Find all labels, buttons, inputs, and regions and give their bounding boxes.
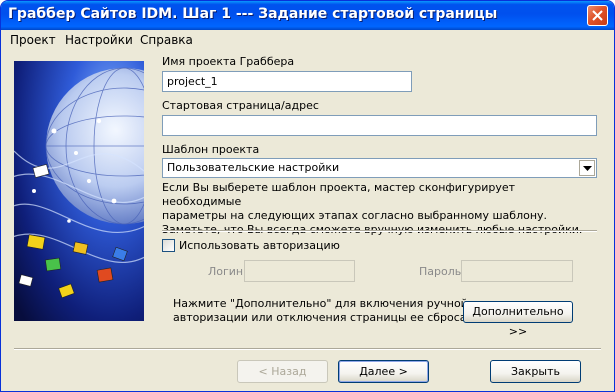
use-auth-label[interactable]: Использовать авторизацию: [179, 239, 340, 252]
info-line: Если Вы выберете шаблон проекта, мастер …: [162, 181, 516, 208]
menu-project[interactable]: Проект: [10, 33, 56, 47]
wizard-window: Граббер Сайтов IDM. Шаг 1 --- Задание ст…: [0, 0, 615, 392]
close-icon: [592, 10, 603, 21]
project-name-label: Имя проекта Граббера: [162, 55, 295, 68]
info-line: параметры на следующих этапах согласно в…: [162, 209, 548, 222]
chevron-down-icon: [583, 166, 592, 171]
advanced-note: Нажмите "Дополнительно" для включения ру…: [173, 297, 468, 325]
section-divider: [162, 230, 597, 232]
template-label: Шаблон проекта: [162, 143, 260, 156]
use-auth-checkbox[interactable]: [162, 239, 175, 252]
advanced-note-line: авторизации или отключения страницы ее с…: [173, 311, 467, 324]
menu-bar: Проект Настройки Справка: [1, 30, 614, 51]
advanced-note-line: Нажмите "Дополнительно" для включения ру…: [173, 297, 468, 310]
login-label: Логин: [208, 265, 244, 278]
template-selected-value: Пользовательские настройки: [167, 161, 340, 174]
template-info-text: Если Вы выберете шаблон проекта, мастер …: [162, 181, 592, 237]
dropdown-button[interactable]: [579, 160, 595, 176]
password-input[interactable]: [461, 260, 573, 282]
advanced-button[interactable]: Дополнительно >>: [463, 301, 573, 338]
menu-help[interactable]: Справка: [140, 33, 193, 47]
password-label: Пароль: [419, 265, 462, 278]
next-button[interactable]: Далее >: [338, 360, 429, 383]
login-input[interactable]: [244, 260, 355, 282]
project-name-input[interactable]: project_1: [162, 71, 412, 92]
footer-divider: [14, 348, 601, 350]
title-bar: Граббер Сайтов IDM. Шаг 1 --- Задание ст…: [1, 1, 614, 30]
menu-settings[interactable]: Настройки: [65, 33, 133, 47]
wizard-banner-image: [14, 61, 144, 321]
window-title: Граббер Сайтов IDM. Шаг 1 --- Задание ст…: [8, 6, 498, 22]
template-select[interactable]: Пользовательские настройки: [162, 158, 597, 178]
close-button[interactable]: Закрыть: [490, 360, 581, 383]
start-page-input[interactable]: [162, 115, 597, 136]
start-page-label: Стартовая страница/адрес: [162, 99, 319, 112]
back-button[interactable]: < Назад: [237, 360, 328, 383]
close-window-button[interactable]: [587, 5, 608, 26]
